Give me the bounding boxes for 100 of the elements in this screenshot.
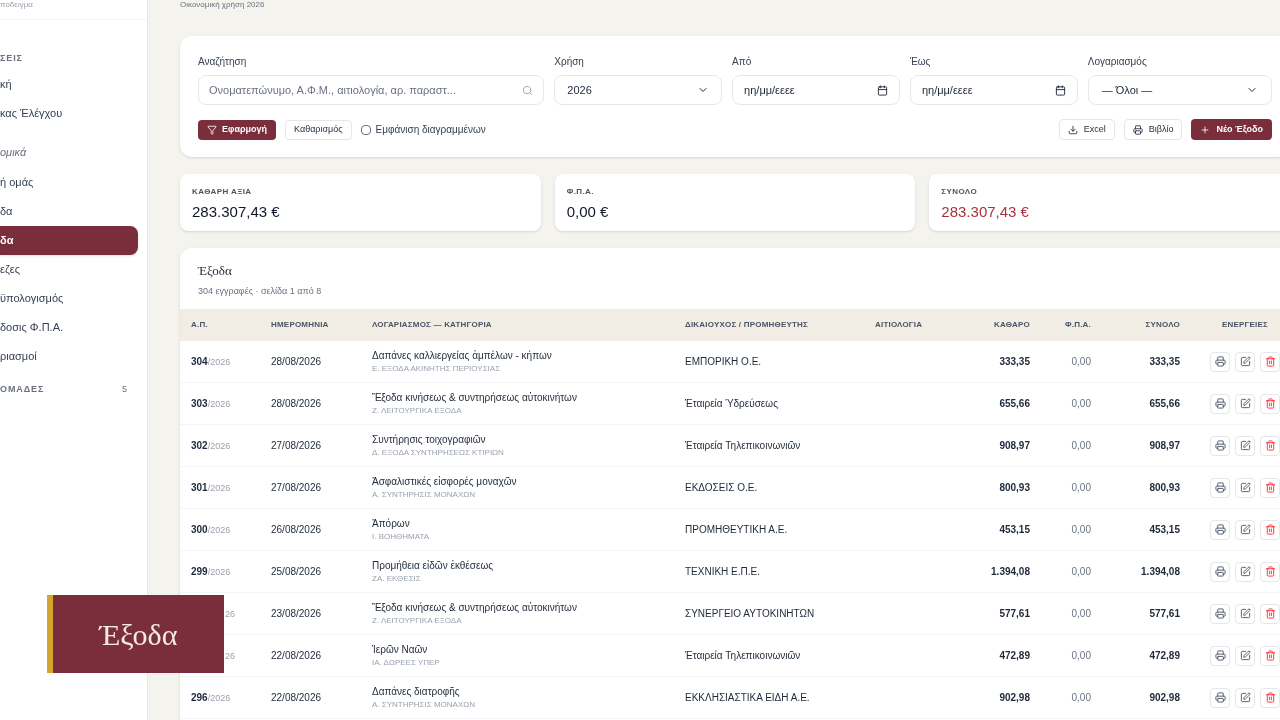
- field-label: Λογαριασμός: [1087, 55, 1148, 69]
- apply-button[interactable]: Εφαρμογή: [198, 119, 277, 140]
- table-title: Έξοδα: [198, 262, 233, 280]
- date-field[interactable]: ηη/μμ/εεεε: [909, 75, 1078, 105]
- sidebar-item[interactable]: κή: [0, 69, 138, 99]
- account-select[interactable]: — Όλοι —: [1087, 75, 1272, 105]
- delete-button[interactable]: [1260, 561, 1280, 582]
- edit-icon: [1239, 650, 1251, 661]
- stat-label: ΣΥΝΟΛΟ: [941, 186, 978, 198]
- table-cell-text: 25/08/2026: [271, 565, 323, 579]
- edit-icon: [1239, 440, 1251, 451]
- checkbox-label: Εμφάνιση διαγραμμένων: [375, 123, 486, 137]
- table-cell-text: 0,00: [1071, 397, 1091, 411]
- edit-button[interactable]: [1235, 645, 1255, 666]
- search-field[interactable]: Ονοματεπώνυμο, Α.Φ.Μ., αιτιολογία, αρ. παραστ...: [198, 75, 545, 105]
- clear-button[interactable]: Καθαρισμός: [285, 119, 352, 140]
- date-field[interactable]: ηη/μμ/εεεε: [732, 75, 900, 105]
- new-expense-button[interactable]: Νέο Έξοδο: [1191, 119, 1272, 140]
- table-cell-text: 23/08/2026: [271, 607, 323, 621]
- table-cell-text: 333,35: [999, 355, 1030, 369]
- table-cell-text: 0,00: [1071, 607, 1091, 621]
- sidebar-item[interactable]: δοσις Φ.Π.Α.: [0, 313, 138, 342]
- print-button[interactable]: [1210, 687, 1230, 708]
- printer-icon: [1132, 124, 1143, 135]
- table-cell-text: 908,97: [1149, 439, 1180, 453]
- category-name: Ε. ΕΞΟΔΑ ΑΚΙΝΗΤΗΣ ΠΕΡΙΟΥΣΙΑΣ: [372, 363, 502, 375]
- edit-button[interactable]: [1235, 561, 1255, 582]
- checkbox[interactable]: [360, 124, 371, 135]
- table-cell-text: ΣΥΝΕΡΓΕΙΟ ΑΥΤΟΚΙΝΗΤΩΝ: [685, 607, 816, 621]
- table-cell-text: 655,66: [999, 397, 1030, 411]
- print-button[interactable]: [1210, 351, 1230, 372]
- printer-icon: [1214, 692, 1226, 703]
- printer-icon: [1214, 566, 1226, 577]
- edit-button[interactable]: [1235, 435, 1255, 456]
- delete-button[interactable]: [1260, 393, 1280, 414]
- book-button[interactable]: Βιβλίο: [1123, 119, 1183, 140]
- delete-button[interactable]: [1260, 603, 1280, 624]
- table-cell-text: ΕΚΚΛΗΣΙΑΣΤΙΚΑ ΕΙΔΗ Α.Ε.: [685, 691, 811, 705]
- year-select[interactable]: 2026: [554, 75, 723, 105]
- print-button[interactable]: [1210, 393, 1230, 414]
- field-label: Χρήση: [554, 55, 585, 69]
- table-cell-text: 296/2026: [191, 690, 232, 705]
- edit-icon: [1239, 398, 1251, 409]
- delete-button[interactable]: [1260, 435, 1280, 456]
- trash-icon: [1264, 356, 1276, 367]
- print-button[interactable]: [1210, 519, 1230, 540]
- table-cell-text: 577,61: [1149, 607, 1180, 621]
- trash-icon: [1264, 482, 1276, 493]
- table-cell-text: 1.394,08: [1141, 565, 1180, 579]
- column-header: ΛΟΓΑΡΙΑΣΜΟΣ — ΚΑΤΗΓΟΡΙΑ: [372, 319, 493, 331]
- edit-button[interactable]: [1235, 519, 1255, 540]
- column-header: ΕΝΕΡΓΕΙΕΣ: [1221, 319, 1269, 331]
- table-cell-text: 28/08/2026: [271, 355, 323, 369]
- edit-button[interactable]: [1235, 351, 1255, 372]
- edit-icon: [1239, 356, 1251, 367]
- sidebar-group-label: ομικά: [0, 144, 28, 160]
- printer-icon: [1214, 608, 1226, 619]
- table-cell-text: 902,98: [1149, 691, 1180, 705]
- edit-icon: [1239, 524, 1251, 535]
- table-cell-text: 655,66: [1149, 397, 1180, 411]
- table-cell-text: 26/08/2026: [271, 523, 323, 537]
- delete-button[interactable]: [1260, 687, 1280, 708]
- print-button[interactable]: [1210, 603, 1230, 624]
- sidebar-item[interactable]: ριασμοί: [0, 342, 138, 371]
- stat-value: 283.307,43 €: [192, 202, 281, 222]
- edit-button[interactable]: [1235, 603, 1255, 624]
- field-label: Από: [732, 55, 753, 69]
- print-button[interactable]: [1210, 561, 1230, 582]
- table-cell-text: ΠΡΟΜΗΘΕΥΤΙΚΗ Α.Ε.: [685, 523, 789, 537]
- table-cell-text: 1.394,08: [991, 565, 1030, 579]
- column-header: Φ.Π.Α.: [1065, 319, 1091, 331]
- edit-icon: [1239, 566, 1251, 577]
- excel-button[interactable]: Excel: [1058, 119, 1115, 140]
- table-cell-text: 908,97: [999, 439, 1030, 453]
- delete-button[interactable]: [1260, 645, 1280, 666]
- table-cell-text: Ἑταιρεία Τηλεπικοινωνιῶν: [685, 439, 802, 453]
- sidebar-item[interactable]: δα: [0, 197, 138, 226]
- table-cell-text: 800,93: [1149, 481, 1180, 495]
- delete-button[interactable]: [1260, 477, 1280, 498]
- edit-button[interactable]: [1235, 393, 1255, 414]
- table-cell-text: 302/2026: [191, 438, 232, 453]
- edit-button[interactable]: [1235, 477, 1255, 498]
- print-button[interactable]: [1210, 477, 1230, 498]
- sidebar-item[interactable]: ϋπολογισμός: [0, 284, 138, 313]
- edit-button[interactable]: [1235, 687, 1255, 708]
- table-subtitle: 304 εγγραφές · σελίδα 1 από 8: [198, 284, 323, 298]
- print-button[interactable]: [1210, 645, 1230, 666]
- print-button[interactable]: [1210, 435, 1230, 456]
- printer-icon: [1214, 524, 1226, 535]
- table-cell-text: 0,00: [1071, 691, 1091, 705]
- table-cell-text: ΤΕΧΝΙΚΗ Ε.Π.Ε.: [685, 565, 761, 579]
- delete-button[interactable]: [1260, 519, 1280, 540]
- sidebar-item[interactable]: ή ομάς: [0, 168, 138, 197]
- sidebar-item[interactable]: δα: [0, 226, 138, 255]
- table-cell-text: 0,00: [1071, 649, 1091, 663]
- delete-button[interactable]: [1260, 351, 1280, 372]
- sidebar-item[interactable]: εζες: [0, 255, 138, 284]
- stat-value: 283.307,43 €: [941, 202, 1030, 222]
- sidebar-item[interactable]: κας Έλέγχου: [0, 98, 138, 128]
- category-name: Α. ΣΥΝΤΗΡΗΣΙΣ ΜΟΝΑΧΩΝ: [372, 489, 477, 501]
